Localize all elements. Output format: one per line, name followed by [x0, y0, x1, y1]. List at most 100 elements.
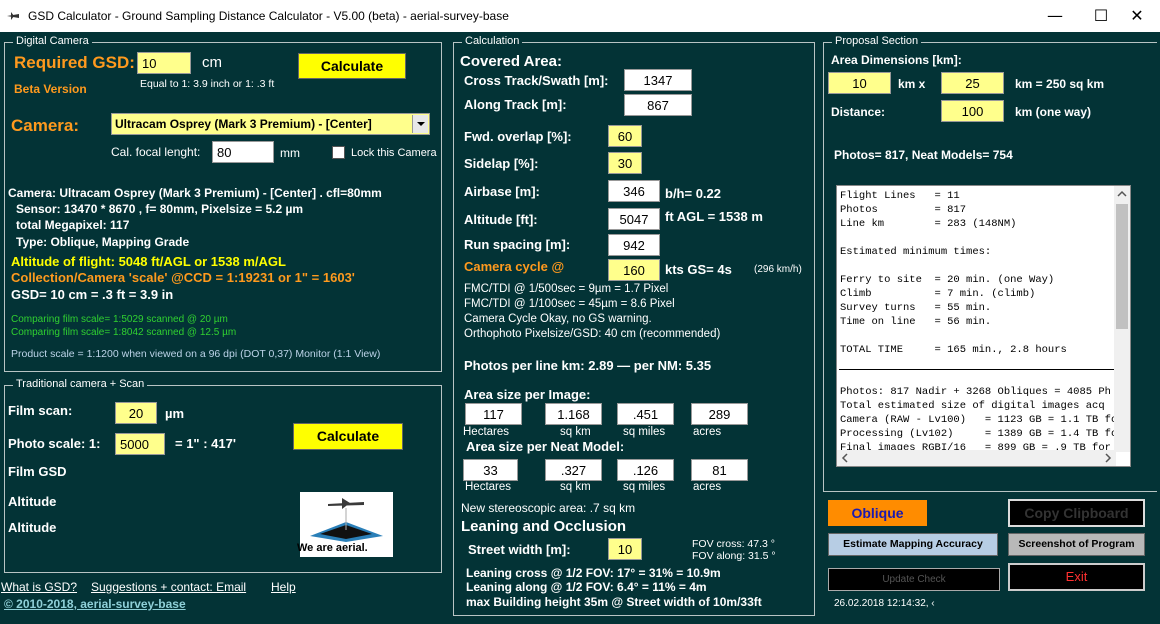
- aerial-logo: We are aerial.: [297, 492, 393, 557]
- title-bar: GSD Calculator - Ground Sampling Distanc…: [0, 0, 1160, 32]
- dropdown-arrow-icon[interactable]: [412, 115, 428, 133]
- area-image-acres[interactable]: [691, 403, 748, 425]
- fov-along: FOV along: 31.5 °: [692, 550, 776, 562]
- cycle-status: Camera Cycle Okay, no GS warning.: [464, 313, 652, 325]
- fwd-overlap-input[interactable]: [608, 125, 642, 147]
- area-unit-hectares: Hectares: [463, 426, 510, 438]
- photo-scale-label: Photo scale: 1:: [8, 436, 101, 451]
- airbase-label: Airbase [m]:: [464, 184, 540, 199]
- orthophoto-line: Orthophoto Pixelsize/GSD: 40 cm (recomme…: [464, 328, 721, 340]
- camera-select-value: Ultracam Osprey (Mark 3 Premium) - [Cent…: [115, 117, 372, 131]
- gsd-unit: cm: [202, 54, 222, 71]
- sidelap-input[interactable]: [608, 152, 642, 174]
- exit-button[interactable]: Exit: [1008, 563, 1145, 591]
- altitude-label-1: Altitude: [8, 494, 57, 509]
- camera-select[interactable]: Ultracam Osprey (Mark 3 Premium) - [Cent…: [111, 113, 430, 135]
- gsd-input[interactable]: [137, 52, 191, 74]
- camera-cycle-input[interactable]: [608, 259, 660, 281]
- update-check-button[interactable]: Update Check: [828, 568, 1000, 591]
- film-scan-input[interactable]: [115, 402, 157, 424]
- focal-length-input[interactable]: [212, 141, 274, 163]
- equal-to-text: Equal to 1: 3.9 inch or 1: .3 ft: [140, 78, 275, 90]
- minimize-button[interactable]: —: [1032, 0, 1078, 32]
- distance-input[interactable]: [941, 100, 1004, 122]
- airbase-value[interactable]: [608, 180, 660, 202]
- lock-camera-checkbox[interactable]: [332, 146, 345, 159]
- photo-scale-equivalent: = 1" : 417': [175, 436, 236, 451]
- beta-version-label: Beta Version: [14, 82, 87, 96]
- cross-track-value[interactable]: [624, 69, 692, 91]
- area-image-hectares[interactable]: [465, 403, 522, 425]
- megapixel-info-line: total Megapixel: 117: [16, 218, 130, 232]
- area-neat-sqkm[interactable]: [545, 459, 602, 481]
- area-unit-sqmiles: sq miles: [623, 426, 666, 438]
- kmh-speed: (296 km/h): [754, 264, 802, 275]
- oblique-button[interactable]: Oblique: [828, 500, 927, 526]
- area-neat-sqmiles[interactable]: [617, 459, 674, 481]
- area-unit-acres: acres: [693, 426, 722, 438]
- neat-unit-sqmiles: sq miles: [623, 481, 666, 493]
- area-neat-acres[interactable]: [691, 459, 748, 481]
- photos-per-line: Photos per line km: 2.89 — per NM: 5.35: [464, 358, 712, 373]
- camera-info-line: Camera: Ultracam Osprey (Mark 3 Premium)…: [8, 186, 382, 200]
- close-button[interactable]: ✕: [1114, 0, 1160, 32]
- memo-scroll-thumb[interactable]: [1116, 204, 1128, 329]
- along-track-value[interactable]: [624, 94, 692, 116]
- bh-ratio: b/h= 0.22: [665, 186, 721, 201]
- proposal-report-memo[interactable]: Flight Lines = 11 Photos = 817 Line km =…: [836, 185, 1131, 467]
- fmc-line-1: FMC/TDI @ 1/500sec = 9µm = 1.7 Pixel: [464, 283, 669, 295]
- logo-caption: We are aerial.: [297, 542, 368, 554]
- neat-unit-hectares: Hectares: [465, 481, 512, 493]
- app-plane-icon: [7, 12, 19, 20]
- lean-along-line: Leaning along @ 1/2 FOV: 6.4° = 11% = 4m: [466, 580, 707, 594]
- datetime-stamp: 26.02.2018 12:14:32, ‹: [834, 598, 935, 609]
- leaning-title: Leaning and Occlusion: [461, 518, 627, 535]
- street-width-label: Street width [m]:: [468, 542, 571, 557]
- photos-summary: Photos= 817, Neat Models= 754: [834, 148, 1013, 162]
- memo-horizontal-scrollbar[interactable]: [837, 450, 1116, 466]
- scroll-right-icon[interactable]: [1100, 450, 1116, 466]
- screenshot-button[interactable]: Screenshot of Program: [1008, 533, 1145, 556]
- area-dimensions-label: Area Dimensions [km]:: [831, 53, 962, 67]
- lean-cross-line: Leaning cross @ 1/2 FOV: 17° = 31% = 10.…: [466, 566, 721, 580]
- area-unit-sqkm: sq km: [560, 426, 591, 438]
- plane-over-grid-icon: [310, 498, 383, 542]
- area-neat-hectares[interactable]: [463, 459, 518, 481]
- fwd-overlap-label: Fwd. overlap [%]:: [464, 129, 572, 144]
- altitude-ft-value[interactable]: [608, 208, 660, 230]
- proposal-legend: Proposal Section: [832, 35, 922, 47]
- suggestions-link[interactable]: Suggestions + contact: Email: [91, 580, 246, 594]
- fov-cross: FOV cross: 47.3 °: [692, 538, 775, 550]
- camera-label: Camera:: [11, 116, 80, 135]
- film-compare-line-1: Comparing film scale= 1:5029 scanned @ 2…: [11, 314, 228, 325]
- calculate-gsd-button[interactable]: Calculate: [298, 53, 406, 79]
- digital-camera-legend: Digital Camera: [13, 35, 92, 47]
- scroll-up-icon[interactable]: [1114, 186, 1130, 202]
- copy-clipboard-button[interactable]: Copy Clipboard: [1008, 499, 1145, 527]
- what-is-gsd-link[interactable]: What is GSD?: [1, 580, 77, 594]
- film-scan-label: Film scan:: [8, 403, 73, 418]
- copyright-link[interactable]: © 2010-2018, aerial-survey-base: [4, 597, 186, 611]
- traditional-camera-legend: Traditional camera + Scan: [13, 378, 148, 390]
- product-scale-line: Product scale = 1:1200 when viewed on a …: [11, 348, 381, 360]
- km-x-label: km x: [898, 77, 926, 91]
- area-neat-title: Area size per Neat Model:: [466, 439, 625, 454]
- area-result: km = 250 sq km: [1015, 77, 1105, 91]
- street-width-input[interactable]: [608, 538, 642, 560]
- memo-vertical-scrollbar[interactable]: [1114, 186, 1130, 452]
- sidelap-label: Sidelap [%]:: [464, 156, 539, 171]
- area-dim-2-input[interactable]: [941, 72, 1004, 94]
- scroll-left-icon[interactable]: [837, 450, 853, 466]
- estimate-accuracy-button[interactable]: Estimate Mapping Accuracy: [828, 533, 998, 556]
- altitude-label-2: Altitude: [8, 520, 57, 535]
- run-spacing-value[interactable]: [608, 234, 660, 256]
- photo-scale-input[interactable]: [115, 433, 165, 455]
- help-link[interactable]: Help: [271, 580, 296, 594]
- camera-cycle-label: Camera cycle @: [464, 259, 565, 274]
- area-dim-1-input[interactable]: [828, 72, 891, 94]
- film-compare-line-2: Comparing film scale= 1:8042 scanned @ 1…: [11, 327, 237, 338]
- area-image-sqmiles[interactable]: [617, 403, 674, 425]
- calculate-film-button[interactable]: Calculate: [293, 423, 403, 450]
- area-image-sqkm[interactable]: [545, 403, 602, 425]
- sensor-info-line: Sensor: 13470 * 8670 , f= 80mm, Pixelsiz…: [16, 202, 304, 216]
